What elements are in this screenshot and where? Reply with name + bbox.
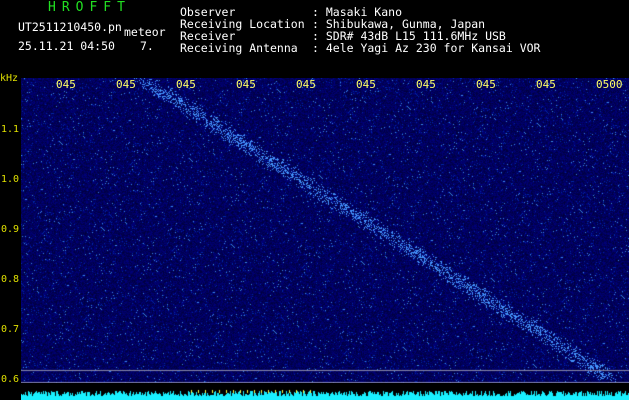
y-tick-0.7: 0.7 <box>0 324 19 335</box>
datetime-label: 25.11.21 04:50 <box>18 39 115 53</box>
x-tick-1: 045 <box>116 78 136 91</box>
y-tick-0.8: 0.8 <box>0 274 19 285</box>
spectrum-trace <box>21 383 629 400</box>
spectrogram-plot <box>21 78 629 400</box>
x-tick-0: 045 <box>56 78 76 91</box>
x-tick-5: 045 <box>356 78 376 91</box>
y-axis: 1.1 1.0 0.9 0.8 0.7 0.6 <box>0 78 21 400</box>
antenna-value: : 4ele Yagi Az 230 for Kansai VOR <box>312 41 541 55</box>
x-tick-9: 0500 <box>596 78 623 91</box>
filename-label: UT2511210450.pn <box>18 20 122 34</box>
y-tick-0.6: 0.6 <box>0 374 19 385</box>
y-tick-1.0: 1.0 <box>0 174 19 185</box>
x-tick-3: 045 <box>236 78 256 91</box>
logo-text: HROFFT <box>48 0 131 15</box>
count-label: 7. <box>140 39 154 53</box>
y-tick-1.1: 1.1 <box>0 124 19 135</box>
tag-label: meteor <box>124 25 166 39</box>
x-tick-7: 045 <box>476 78 496 91</box>
x-tick-2: 045 <box>176 78 196 91</box>
antenna-key: Receiving Antenna <box>180 41 298 55</box>
x-tick-4: 045 <box>296 78 316 91</box>
x-tick-8: 045 <box>536 78 556 91</box>
x-tick-6: 045 <box>416 78 436 91</box>
y-tick-0.9: 0.9 <box>0 224 19 235</box>
